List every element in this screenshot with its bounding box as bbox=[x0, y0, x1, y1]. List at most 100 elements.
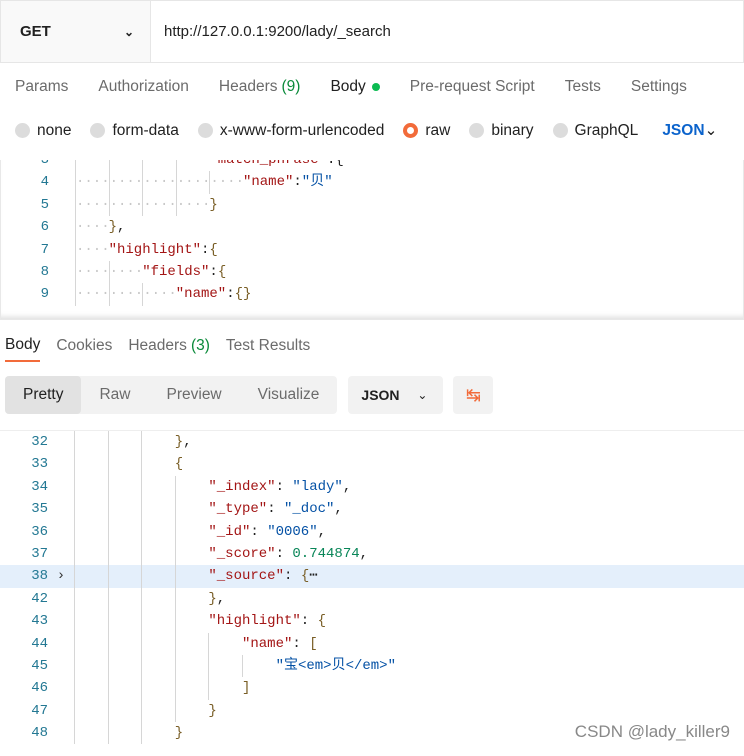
code-token: : bbox=[267, 501, 284, 518]
tab-tests[interactable]: Tests bbox=[565, 72, 601, 102]
code-line: 3 ···· ···· ···· ···· "match_phrase":{ bbox=[1, 160, 743, 172]
indent-guide bbox=[141, 542, 175, 566]
view-raw[interactable]: Raw bbox=[81, 376, 148, 414]
tab-params[interactable]: Params bbox=[15, 72, 68, 102]
indent-guide bbox=[174, 632, 209, 655]
request-tabs: Params Authorization Headers (9) Body Pre-req… bbox=[0, 72, 702, 102]
radio-none[interactable]: none bbox=[15, 122, 71, 140]
indent-guide bbox=[174, 475, 209, 499]
code-token: :{ bbox=[327, 160, 344, 168]
code-token: { bbox=[317, 613, 327, 630]
indent-guide bbox=[141, 722, 175, 745]
line-number: 44 bbox=[31, 635, 48, 652]
response-tab-cookies[interactable]: Cookies bbox=[56, 330, 112, 362]
line-number: 32 bbox=[31, 434, 48, 450]
code-token: } bbox=[174, 725, 184, 742]
indent-guide: ···· bbox=[75, 171, 110, 194]
tab-headers[interactable]: Headers (9) bbox=[219, 72, 301, 102]
gutter bbox=[48, 543, 74, 565]
radio-button-icon[interactable] bbox=[90, 123, 106, 138]
indent-guide bbox=[74, 654, 108, 678]
code-token: "highlight" bbox=[108, 241, 202, 258]
indent-guide bbox=[107, 699, 142, 723]
tab-count: (9) bbox=[281, 78, 301, 95]
indent-guide bbox=[141, 565, 175, 588]
gutter bbox=[49, 194, 75, 216]
radio-binary[interactable]: binary bbox=[469, 121, 534, 140]
view-preview[interactable]: Preview bbox=[149, 376, 240, 414]
radio-button-icon[interactable] bbox=[403, 123, 419, 138]
tab-authorization[interactable]: Authorization bbox=[98, 72, 188, 102]
watermark: CSDN @lady_killer9 bbox=[574, 722, 730, 741]
radio-label: form-data bbox=[112, 121, 179, 139]
gutter bbox=[49, 160, 75, 171]
indent-guide bbox=[107, 654, 142, 678]
line-number: 42 bbox=[31, 590, 48, 607]
wrap-icon: ↹ bbox=[465, 384, 481, 405]
code-token: "宝<em>贝</em>" bbox=[275, 657, 396, 674]
code-token: {} bbox=[234, 286, 252, 303]
view-visualize[interactable]: Visualize bbox=[240, 376, 338, 414]
request-body-editor[interactable]: 3 ···· ···· ···· ···· "match_phrase":{4 ···· ··… bbox=[0, 160, 744, 320]
indent-guide bbox=[141, 498, 175, 521]
body-format-select[interactable]: JSON bbox=[662, 122, 704, 140]
indent-guide bbox=[174, 565, 209, 588]
radio-button-icon[interactable] bbox=[552, 123, 568, 138]
code-token: "_index" bbox=[208, 478, 276, 495]
response-tab-headers[interactable]: Headers (3) bbox=[128, 330, 210, 362]
code-token: : bbox=[300, 613, 318, 630]
tab-label: Body bbox=[330, 78, 366, 95]
tab-label: Tests bbox=[564, 78, 601, 95]
indent-guide bbox=[107, 431, 142, 454]
gutter bbox=[48, 476, 74, 498]
radio-GraphQL[interactable]: GraphQL bbox=[552, 122, 638, 140]
line-number: 47 bbox=[31, 702, 48, 719]
indent-guide bbox=[74, 632, 108, 655]
indent-guide: ···· bbox=[108, 193, 143, 217]
line-number: 33 bbox=[31, 456, 48, 473]
radio-button-icon[interactable] bbox=[469, 123, 485, 138]
gutter bbox=[49, 261, 75, 283]
radio-raw[interactable]: raw bbox=[403, 122, 450, 140]
code-token: "0006" bbox=[267, 523, 318, 540]
indent-guide: ···· bbox=[175, 160, 210, 172]
line-number: 4 bbox=[40, 174, 49, 191]
radio-form-data[interactable]: form-data bbox=[90, 121, 179, 140]
code-line: 42}, bbox=[0, 587, 744, 611]
tab-label: Settings bbox=[630, 78, 687, 95]
indent-guide bbox=[174, 542, 209, 566]
wrap-lines-button[interactable]: ↹ bbox=[453, 376, 494, 414]
gutter bbox=[48, 521, 74, 543]
code-token: , bbox=[183, 434, 192, 450]
indent-guide: ···· bbox=[175, 171, 210, 194]
line-number: 45 bbox=[31, 657, 48, 674]
code-token: : bbox=[293, 174, 302, 191]
indent-guide bbox=[174, 654, 209, 678]
radio-label: binary bbox=[491, 121, 534, 139]
indent-guide bbox=[107, 475, 142, 499]
tab-pre-request-script[interactable]: Pre-request Script bbox=[410, 72, 535, 102]
method-select[interactable]: GET ⌄ bbox=[1, 1, 151, 62]
tab-settings[interactable]: Settings bbox=[631, 72, 687, 102]
code-token: ] bbox=[241, 680, 251, 697]
fold-chevron-icon[interactable]: › bbox=[48, 565, 74, 587]
url-input[interactable]: http://127.0.0.1:9200/lady/_search bbox=[151, 1, 391, 62]
gutter bbox=[48, 588, 74, 610]
radio-x-www-form-urlencoded[interactable]: x-www-form-urlencoded bbox=[197, 122, 384, 140]
radio-label: none bbox=[37, 121, 72, 139]
radio-button-icon[interactable] bbox=[15, 123, 30, 138]
code-token: , bbox=[342, 478, 352, 495]
response-tab-body[interactable]: Body bbox=[5, 330, 41, 362]
response-tab-test-results[interactable]: Test Results bbox=[226, 330, 310, 362]
tab-body[interactable]: Body bbox=[330, 72, 380, 102]
line-number: 48 bbox=[31, 725, 48, 742]
response-format-select[interactable]: JSON ⌄ bbox=[348, 376, 444, 414]
indent-guide bbox=[107, 632, 142, 655]
indent-guide: ···· bbox=[175, 193, 210, 217]
response-body-viewer[interactable]: 32}, 33 {34 "_index": "lady", 35 "_type": "_d… bbox=[0, 430, 744, 750]
code-token: : bbox=[284, 568, 301, 585]
radio-button-icon[interactable] bbox=[197, 123, 213, 138]
code-token: : bbox=[275, 478, 293, 495]
code-token: "_doc" bbox=[284, 501, 335, 518]
view-pretty[interactable]: Pretty bbox=[5, 376, 82, 414]
